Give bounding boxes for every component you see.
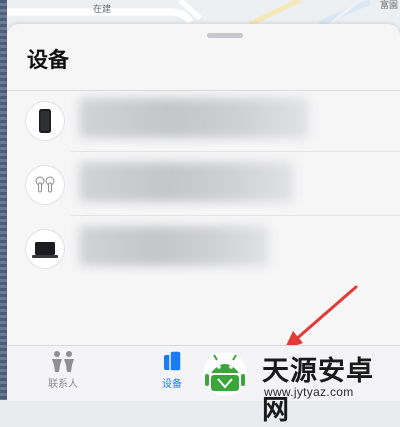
sheet-grabber[interactable] (207, 33, 243, 38)
tab-label: 联系人 (48, 379, 78, 390)
watermark: 天源安卓网 www.jytyaz.com (196, 343, 400, 426)
iphone-icon (26, 102, 64, 140)
macbook-icon (26, 230, 64, 268)
tab-devices[interactable]: 设备 (142, 350, 202, 398)
devices-icon (164, 350, 182, 372)
row-separator (71, 215, 400, 216)
watermark-url: www.jytyaz.com (264, 385, 354, 399)
row-separator (71, 151, 400, 152)
people-icon (52, 351, 74, 372)
airpods-icon (26, 166, 64, 204)
map-area-label: 富園 (380, 1, 399, 11)
title-divider (7, 90, 400, 91)
device-name-blurred (79, 98, 309, 138)
android-logo-icon (203, 352, 247, 396)
device-row-airpods[interactable] (7, 156, 400, 216)
device-name-blurred (79, 162, 294, 202)
device-row-macbook[interactable] (7, 220, 400, 280)
tab-people[interactable]: 联系人 (33, 350, 93, 398)
tab-label: 设备 (162, 379, 182, 390)
left-edge-strip (0, 0, 7, 400)
device-name-blurred (79, 226, 269, 266)
device-row-iphone[interactable] (7, 92, 400, 152)
sheet-title: 设备 (27, 48, 69, 72)
map-street-label: 在建 (93, 5, 112, 15)
